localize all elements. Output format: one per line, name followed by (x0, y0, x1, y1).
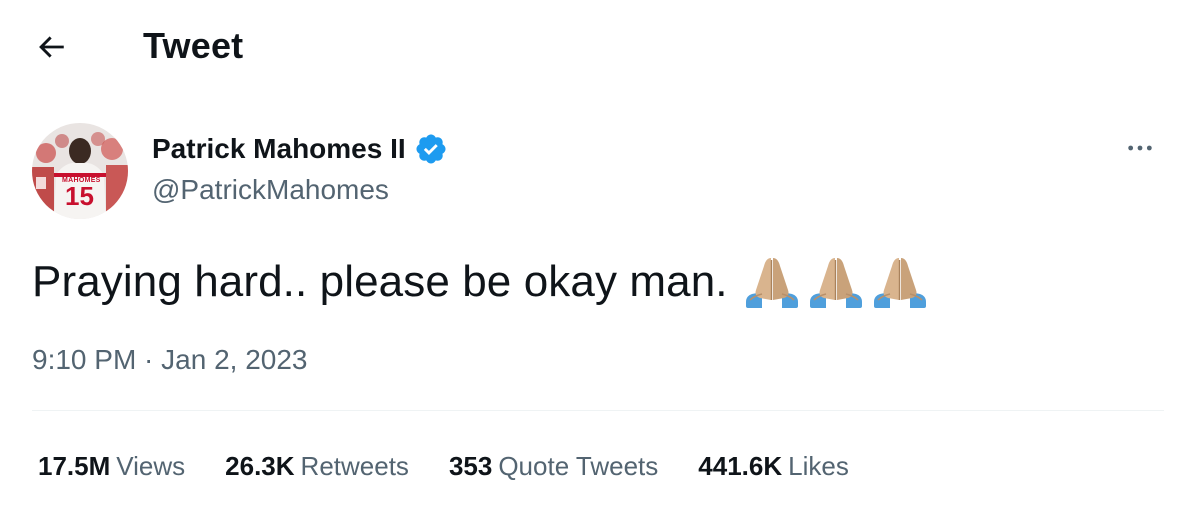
stat-label: Retweets (300, 451, 409, 481)
stat-count: 441.6K (698, 451, 783, 481)
page-title: Tweet (143, 25, 244, 66)
stat-count: 26.3K (225, 451, 295, 481)
top-bar: Tweet (0, 0, 1192, 92)
emoji-group (742, 252, 930, 312)
arrow-left-icon (39, 36, 64, 58)
avatar[interactable]: MAHOMES 15 (32, 123, 128, 219)
tweet-text: Praying hard.. please be okay man. (32, 257, 728, 306)
divider (32, 410, 1164, 411)
folded-hands-icon (873, 258, 926, 308)
stat-likes[interactable]: 441.6K Likes (698, 448, 849, 484)
author-display-name[interactable]: Patrick Mahomes II (152, 130, 406, 168)
tweet-timestamp[interactable]: 9:10 PM · Jan 2, 2023 (32, 342, 308, 378)
verified-badge-icon (414, 132, 448, 166)
tweet-stats: 17.5M Views 26.3K Retweets 353 Quote Tweets… (38, 448, 889, 484)
stat-views[interactable]: 17.5M Views (38, 448, 185, 484)
tweet-body: Praying hard.. please be okay man. (32, 252, 930, 312)
author-name-row: Patrick Mahomes II (152, 130, 448, 168)
stat-label: Likes (788, 451, 849, 481)
stat-label: Quote Tweets (498, 451, 659, 481)
folded-hands-icon (745, 258, 798, 308)
stat-quote-tweets[interactable]: 353 Quote Tweets (449, 448, 658, 484)
stat-count: 353 (448, 451, 493, 481)
more-options-button[interactable] (1120, 130, 1160, 166)
author-handle[interactable]: @PatrickMahomes (152, 171, 389, 209)
folded-hands-icon (809, 258, 862, 308)
stat-count: 17.5M (38, 451, 111, 481)
back-button[interactable] (26, 22, 76, 72)
stat-label: Views (116, 451, 186, 481)
stat-retweets[interactable]: 26.3K Retweets (225, 448, 409, 484)
more-horizontal-icon (1128, 145, 1152, 151)
avatar-jersey-number: 15 (65, 181, 94, 211)
